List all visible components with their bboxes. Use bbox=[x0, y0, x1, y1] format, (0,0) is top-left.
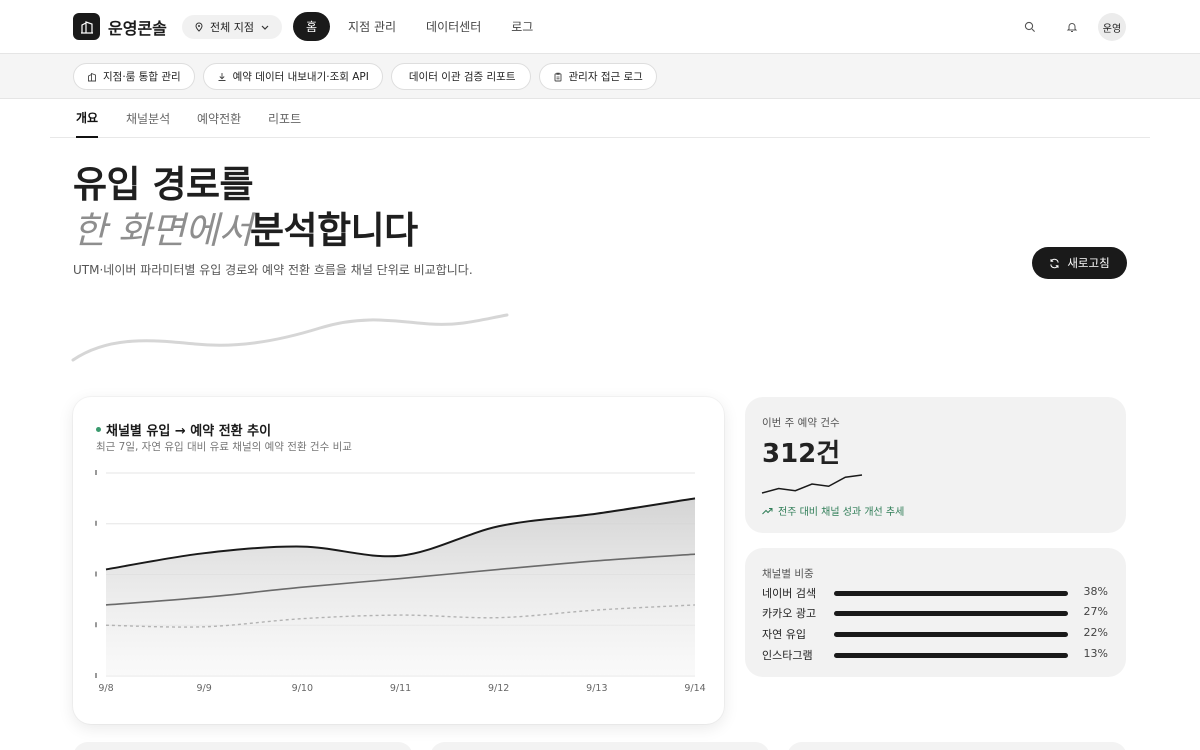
kpi-value: 312건 bbox=[762, 439, 841, 469]
clipboard-icon bbox=[554, 72, 561, 81]
bell-icon[interactable] bbox=[1062, 17, 1082, 37]
quick-action-migration-report[interactable]: 데이터 이관 검증 리포트 bbox=[390, 63, 531, 90]
brand-name[interactable]: 운영콘솔 bbox=[108, 15, 167, 39]
kpi-trend-text: 전주 대비 채널 성과 개선 추세 bbox=[778, 507, 905, 518]
page-title: 유입 경로를 bbox=[73, 163, 254, 206]
page-title-bold: 분석합니다 bbox=[250, 209, 418, 252]
bottom-card bbox=[430, 742, 770, 750]
refresh-icon bbox=[1050, 258, 1059, 268]
quick-action-label: 관리자 접근 로그 bbox=[568, 71, 643, 83]
page-title-italic: 한 화면에서 bbox=[73, 209, 252, 252]
y-tick bbox=[95, 673, 97, 678]
tab-reports[interactable]: 리포트 bbox=[268, 99, 301, 138]
share-title: 채널별 비중 bbox=[762, 568, 814, 580]
main-nav: 홈 지점 관리 데이터센터 로그 bbox=[293, 12, 545, 41]
tab-channel-analysis[interactable]: 채널분석 bbox=[126, 99, 170, 138]
trend-up-icon bbox=[762, 507, 773, 514]
sparkline-path bbox=[761, 474, 863, 494]
x-tick-label: 9/8 bbox=[98, 683, 113, 694]
sparkline bbox=[761, 474, 863, 494]
quick-action-access-log[interactable]: 관리자 접근 로그 bbox=[538, 63, 657, 90]
building-icon[interactable] bbox=[73, 13, 100, 40]
nav-logs[interactable]: 로그 bbox=[499, 12, 545, 41]
channel-share-card: 채널별 비중 네이버 검색 38% 카카오 광고 27% 자연 유입 22% 인… bbox=[745, 548, 1126, 677]
refresh-label: 새로고침 bbox=[1067, 256, 1110, 270]
tab-overview[interactable]: 개요 bbox=[76, 99, 99, 138]
tab-booking-conversion[interactable]: 예약전환 bbox=[197, 99, 241, 138]
line-chart: 9/8 9/9 9/10 9/11 9/12 9/13 9/14 bbox=[95, 470, 706, 694]
share-row: 네이버 검색 38% bbox=[762, 585, 1112, 601]
weekly-bookings-card: 이번 주 예약 건수 312건 전주 대비 채널 성과 개선 추세 bbox=[745, 397, 1126, 533]
share-pct: 22% bbox=[1083, 626, 1108, 639]
building-icon bbox=[88, 72, 96, 81]
decorative-squiggle bbox=[71, 313, 509, 362]
share-row: 인스타그램 13% bbox=[762, 647, 1112, 663]
quick-action-export-api[interactable]: 예약 데이터 내보내기·조회 API bbox=[202, 63, 383, 90]
nav-home[interactable]: 홈 bbox=[293, 12, 331, 41]
branch-label: 전체 지점 bbox=[210, 21, 254, 34]
share-bar bbox=[834, 632, 1068, 637]
nav-branch-management[interactable]: 지점 관리 bbox=[336, 12, 408, 41]
share-pct: 27% bbox=[1083, 605, 1108, 618]
share-name: 카카오 광고 bbox=[762, 607, 817, 620]
refresh-button[interactable]: 새로고침 bbox=[1032, 247, 1127, 279]
kpi-trend: 전주 대비 채널 성과 개선 추세 bbox=[762, 503, 904, 518]
quick-action-label: 데이터 이관 검증 리포트 bbox=[408, 71, 516, 83]
share-row: 자연 유입 22% bbox=[762, 626, 1112, 642]
share-name: 네이버 검색 bbox=[762, 587, 817, 600]
chevron-down-icon bbox=[261, 25, 269, 30]
share-bar bbox=[834, 653, 1068, 658]
series-area bbox=[106, 498, 695, 676]
share-pct: 13% bbox=[1083, 647, 1108, 660]
x-tick-label: 9/11 bbox=[390, 683, 411, 694]
share-pct: 38% bbox=[1083, 585, 1108, 598]
branch-selector[interactable]: 전체 지점 bbox=[182, 15, 282, 39]
kpi-label: 이번 주 예약 건수 bbox=[762, 417, 840, 429]
page-subtitle: UTM·네이버 파라미터별 유입 경로와 예약 전환 흐름을 채널 단위로 비교… bbox=[73, 263, 473, 277]
y-tick bbox=[95, 520, 97, 526]
nav-data-center[interactable]: 데이터센터 bbox=[414, 12, 493, 41]
quick-action-branch-room[interactable]: 지점·룸 통합 관리 bbox=[73, 63, 195, 90]
search-icon[interactable] bbox=[1020, 17, 1040, 37]
x-tick-label: 9/12 bbox=[488, 683, 509, 694]
share-bar bbox=[834, 611, 1068, 616]
share-row: 카카오 광고 27% bbox=[762, 605, 1112, 621]
quick-action-label: 지점·룸 통합 관리 bbox=[103, 71, 181, 83]
download-icon bbox=[218, 72, 226, 81]
share-bar bbox=[834, 591, 1068, 596]
bottom-card bbox=[787, 742, 1127, 750]
x-tick-label: 9/13 bbox=[586, 683, 607, 694]
x-tick-label: 9/14 bbox=[684, 683, 705, 694]
quick-actions-bar: 지점·룸 통합 관리 예약 데이터 내보내기·조회 API 데이터 이관 검증 … bbox=[0, 54, 1200, 99]
y-tick bbox=[95, 571, 97, 577]
pin-icon bbox=[195, 22, 203, 32]
x-tick-label: 9/9 bbox=[197, 683, 212, 694]
y-tick bbox=[95, 470, 97, 475]
bottom-card bbox=[73, 742, 413, 750]
share-name: 인스타그램 bbox=[762, 649, 813, 662]
section-tabs: 개요 채널분석 예약전환 리포트 bbox=[50, 99, 1150, 138]
top-navigation: 운영콘솔 전체 지점 홈 지점 관리 데이터센터 로그 운영 bbox=[0, 0, 1200, 54]
chart-card: 채널별 유입 → 예약 전환 추이 최근 7일, 자연 유입 대비 유료 채널의… bbox=[73, 397, 724, 724]
quick-action-label: 예약 데이터 내보내기·조회 API bbox=[232, 71, 369, 83]
y-tick bbox=[95, 622, 97, 628]
share-name: 자연 유입 bbox=[762, 628, 806, 641]
x-tick-label: 9/10 bbox=[292, 683, 313, 694]
avatar[interactable]: 운영 bbox=[1098, 13, 1126, 41]
